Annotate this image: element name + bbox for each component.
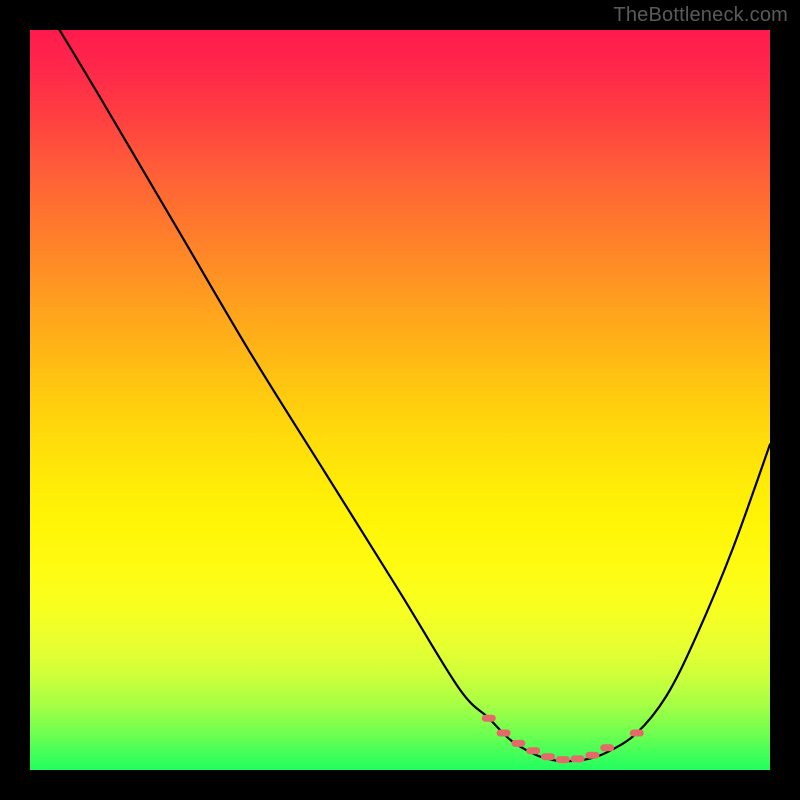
plot-area — [30, 30, 770, 770]
trough-marker — [630, 730, 644, 737]
trough-marker — [600, 744, 614, 751]
watermark-text: TheBottleneck.com — [613, 4, 788, 27]
trough-marker — [511, 740, 525, 747]
trough-marker — [585, 752, 599, 759]
curve-svg — [30, 30, 770, 770]
curve-path — [60, 30, 770, 761]
trough-marker — [482, 715, 496, 722]
trough-marker — [526, 747, 540, 754]
bottleneck-curve — [60, 30, 770, 761]
trough-marker — [571, 755, 585, 762]
trough-marker — [541, 753, 555, 760]
marker-group — [482, 715, 644, 763]
trough-marker — [556, 756, 570, 763]
trough-marker — [497, 730, 511, 737]
chart-frame: TheBottleneck.com — [0, 0, 800, 800]
